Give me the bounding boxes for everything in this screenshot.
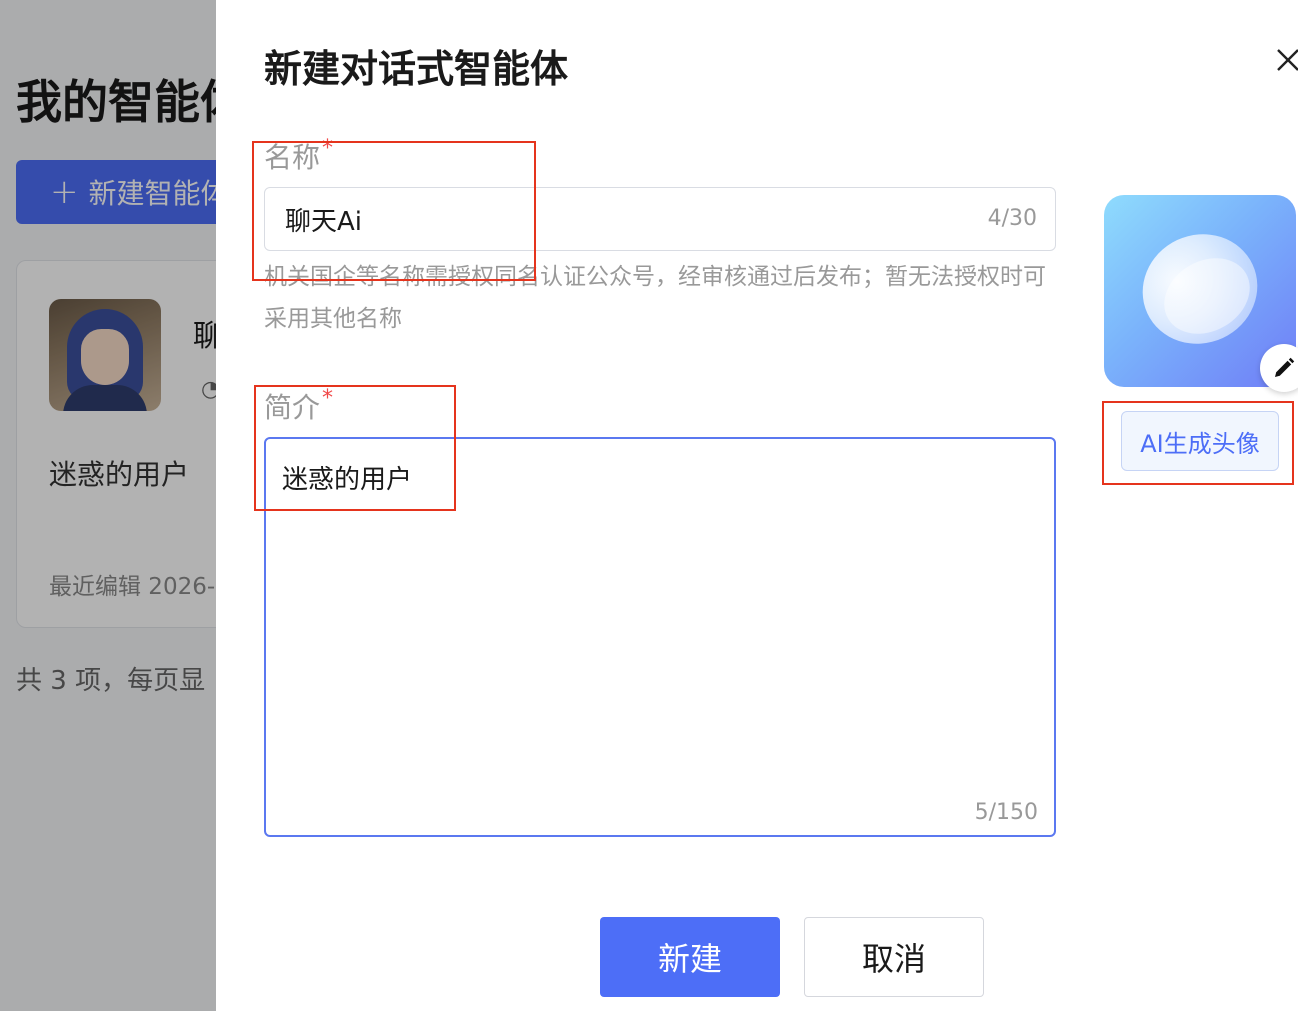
intro-char-counter: 5/150 bbox=[974, 800, 1038, 825]
pencil-icon bbox=[1275, 357, 1295, 377]
close-button[interactable] bbox=[1272, 44, 1298, 76]
name-label-text: 名称 bbox=[264, 141, 321, 174]
name-char-counter: 4/30 bbox=[987, 206, 1037, 231]
intro-textarea[interactable]: 迷惑的用户 bbox=[266, 439, 1054, 779]
create-agent-drawer: 新建对话式智能体 名称* 4/30 机关国企等名称需授权同名认证公众号，经审核通… bbox=[216, 0, 1298, 1011]
name-field-label: 名称* bbox=[264, 136, 333, 176]
required-mark: * bbox=[322, 386, 334, 411]
name-hint: 机关国企等名称需授权同名认证公众号，经审核通过后发布；暂无法授权时可采用其他名称 bbox=[264, 264, 1046, 332]
intro-label-text: 简介 bbox=[264, 391, 321, 424]
required-mark: * bbox=[322, 136, 334, 161]
intro-field-label: 简介* bbox=[264, 386, 333, 426]
cancel-button[interactable]: 取消 bbox=[804, 917, 984, 997]
drawer-title: 新建对话式智能体 bbox=[264, 47, 569, 91]
close-icon bbox=[1277, 49, 1298, 71]
intro-field: 迷惑的用户 5/150 bbox=[264, 437, 1056, 837]
name-input[interactable] bbox=[265, 188, 965, 250]
ai-generate-avatar-button[interactable]: AI生成头像 bbox=[1121, 411, 1279, 471]
create-button[interactable]: 新建 bbox=[600, 917, 780, 997]
name-field: 4/30 bbox=[264, 187, 1056, 251]
